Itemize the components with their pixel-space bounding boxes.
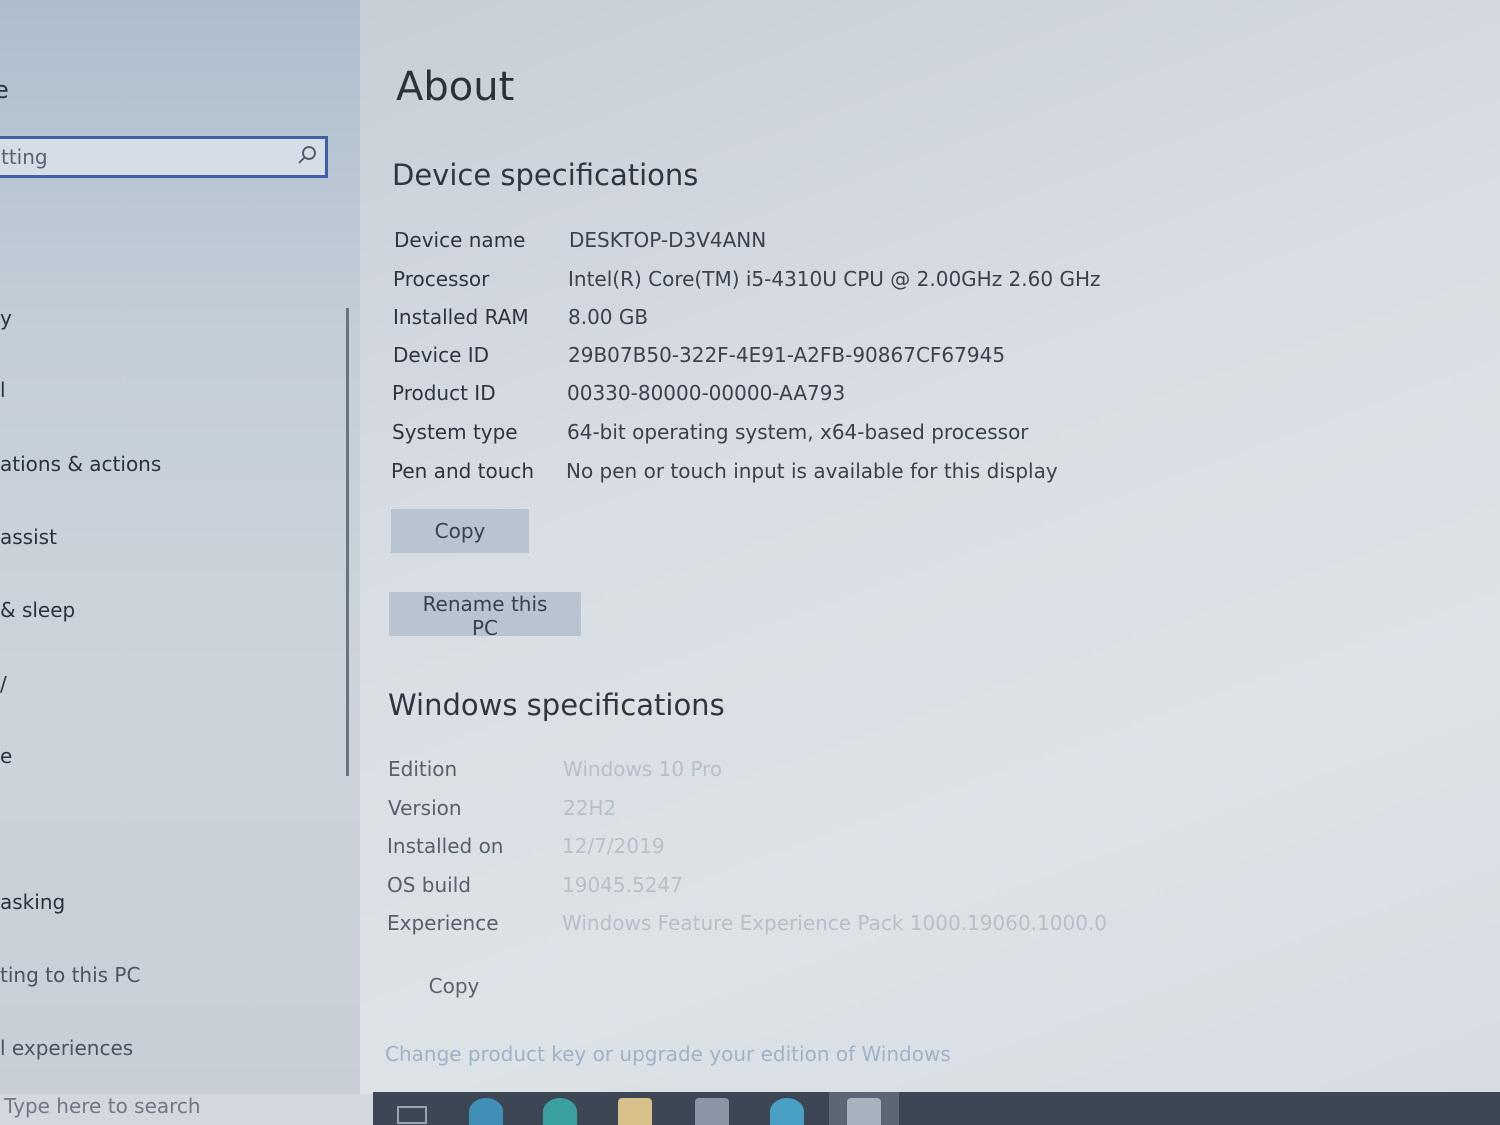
file-explorer-icon[interactable] xyxy=(618,1098,652,1125)
calculator-icon[interactable] xyxy=(695,1098,729,1125)
spec-label: Pen and touch xyxy=(391,459,535,483)
copy-windows-specs-button[interactable]: Copy xyxy=(408,964,500,1008)
chrome-icon[interactable] xyxy=(770,1098,804,1125)
spec-value: 29B07B50-322F-4E91-A2FB-90867CF67945 xyxy=(568,343,1006,367)
spec-label: Version xyxy=(388,796,462,820)
taskbar-search-box[interactable]: Type here to search xyxy=(0,1094,373,1125)
taskbar xyxy=(373,1092,1500,1125)
sidebar-item-projecting[interactable]: ting to this PC xyxy=(0,963,140,987)
spec-label: Installed on xyxy=(387,834,504,858)
spec-label: Installed RAM xyxy=(393,305,529,329)
page-title: About xyxy=(396,64,515,110)
settings-search-input[interactable] xyxy=(0,139,301,175)
windows-specs-heading: Windows specifications xyxy=(388,688,725,722)
spec-label: Product ID xyxy=(392,381,496,405)
about-page: About Device specifications Device name … xyxy=(360,0,1500,1125)
sidebar-item-1[interactable]: y xyxy=(0,306,12,330)
sidebar-item-multitasking[interactable]: asking xyxy=(0,890,65,914)
spec-value: No pen or touch input is available for t… xyxy=(566,459,1058,483)
sidebar-item-7[interactable]: e xyxy=(0,744,12,768)
spec-value: 12/7/2019 xyxy=(562,834,665,858)
spec-value: DESKTOP-D3V4ANN xyxy=(569,228,767,252)
sidebar-scrollbar[interactable] xyxy=(346,308,349,776)
spec-label: Processor xyxy=(393,267,490,291)
spec-value: Intel(R) Core(TM) i5-4310U CPU @ 2.00GHz… xyxy=(568,267,1101,291)
sidebar-item-focus-assist[interactable]: assist xyxy=(0,525,57,549)
device-specs-heading: Device specifications xyxy=(392,158,699,192)
sidebar-item-2[interactable]: l xyxy=(0,378,6,402)
taskbar-search-placeholder: Type here to search xyxy=(4,1094,201,1118)
spec-label: OS build xyxy=(387,873,471,897)
copy-device-specs-button[interactable]: Copy xyxy=(391,509,529,553)
settings-icon[interactable] xyxy=(847,1098,881,1125)
spec-value: Windows 10 Pro xyxy=(563,757,723,781)
task-view-icon[interactable] xyxy=(397,1106,427,1124)
settings-search-box[interactable] xyxy=(0,136,328,178)
search-icon[interactable] xyxy=(297,145,317,165)
spec-value: 00330-80000-00000-AA793 xyxy=(567,381,846,405)
spec-value: 64-bit operating system, x64-based proce… xyxy=(567,420,1029,444)
spec-label: Device name xyxy=(394,228,526,252)
settings-sidebar: e y l ations & actions assist & sleep / … xyxy=(0,0,360,1125)
sidebar-home-label[interactable]: e xyxy=(0,76,9,104)
sidebar-item-shared-experiences[interactable]: l experiences xyxy=(0,1036,133,1060)
edge-icon[interactable] xyxy=(469,1098,503,1125)
sidebar-item-notifications[interactable]: ations & actions xyxy=(0,452,161,476)
rename-pc-button[interactable]: Rename this PC xyxy=(389,592,581,640)
spec-label: Device ID xyxy=(393,343,490,367)
sidebar-item-6[interactable]: / xyxy=(0,672,7,696)
store-icon[interactable] xyxy=(543,1098,577,1125)
spec-label: System type xyxy=(392,420,518,444)
spec-label: Edition xyxy=(388,757,458,781)
spec-label: Experience xyxy=(387,911,499,935)
spec-value: Windows Feature Experience Pack 1000.190… xyxy=(562,911,1108,935)
spec-value: 8.00 GB xyxy=(568,305,649,329)
spec-value: 19045.5247 xyxy=(562,873,683,897)
change-product-key-link[interactable]: Change product key or upgrade your editi… xyxy=(385,1042,951,1066)
sidebar-item-power-sleep[interactable]: & sleep xyxy=(0,598,75,622)
spec-value: 22H2 xyxy=(563,796,617,820)
